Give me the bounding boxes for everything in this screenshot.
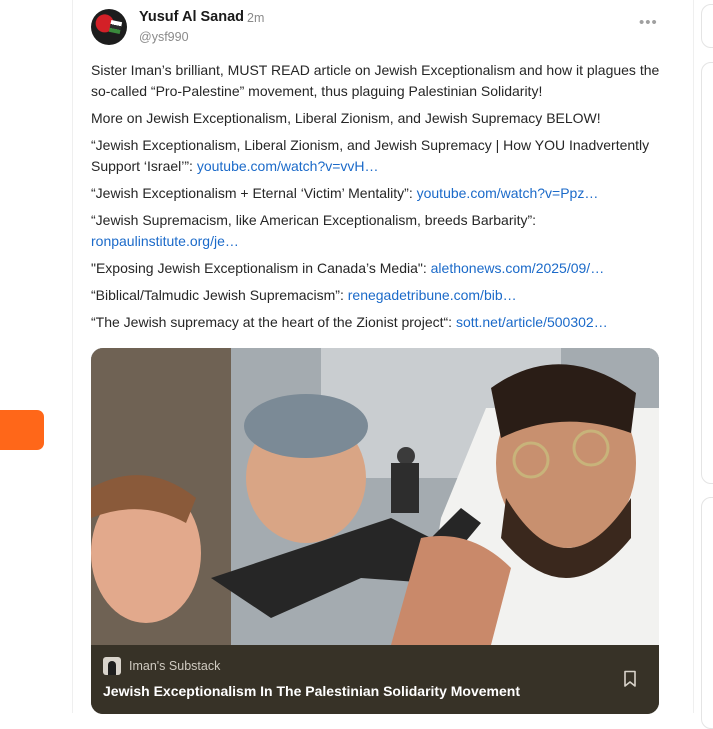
publication-name[interactable]: Iman's Substack — [129, 659, 220, 673]
link-line: “Jewish Exceptionalism + Eternal ‘Victim… — [91, 183, 666, 204]
post-paragraph: Sister Iman’s brilliant, MUST READ artic… — [91, 62, 660, 99]
orange-side-tab[interactable] — [0, 410, 44, 450]
link-label: "Exposing Jewish Exceptionalism in Canad… — [91, 260, 431, 276]
publication-icon — [103, 657, 121, 675]
link-line: “Jewish Supremacism, like American Excep… — [91, 210, 666, 252]
right-panel-card-top — [701, 4, 713, 48]
link-url[interactable]: youtube.com/watch?v=vvH… — [197, 158, 379, 174]
link-label: “The Jewish supremacy at the heart of th… — [91, 314, 456, 330]
link-line: "Exposing Jewish Exceptionalism in Canad… — [91, 258, 666, 279]
article-photo-illustration — [91, 348, 659, 645]
post-paragraph: More on Jewish Exceptionalism, Liberal Z… — [91, 110, 601, 126]
link-url[interactable]: alethonews.com/2025/09/… — [431, 260, 605, 276]
link-line: “Jewish Exceptionalism, Liberal Zionism,… — [91, 135, 666, 177]
link-url[interactable]: youtube.com/watch?v=Ppz… — [417, 185, 599, 201]
more-horizontal-icon[interactable]: ••• — [639, 14, 658, 31]
avatar[interactable] — [91, 9, 127, 45]
post-body: Sister Iman’s brilliant, MUST READ artic… — [91, 60, 666, 339]
article-image[interactable] — [91, 348, 659, 645]
link-url[interactable]: ronpaulinstitute.org/je… — [91, 233, 239, 249]
bookmark-icon[interactable] — [623, 670, 637, 688]
author-name[interactable]: Yusuf Al Sanad — [139, 9, 244, 25]
right-panel-card-bottom — [701, 497, 713, 729]
link-label: “Biblical/Talmudic Jewish Supremacism”: — [91, 287, 348, 303]
article-embed[interactable]: Iman's Substack Jewish Exceptionalism In… — [91, 348, 659, 714]
right-panel-card-middle — [701, 62, 713, 484]
author-handle[interactable]: @ysf990 — [139, 30, 189, 44]
link-url[interactable]: sott.net/article/500302… — [456, 314, 608, 330]
embed-title[interactable]: Jewish Exceptionalism In The Palestinian… — [103, 683, 520, 699]
link-line: “Biblical/Talmudic Jewish Supremacism”: … — [91, 285, 666, 306]
embed-footer: Iman's Substack Jewish Exceptionalism In… — [91, 645, 659, 714]
link-url[interactable]: renegadetribune.com/bib… — [348, 287, 517, 303]
post-time[interactable]: 2m — [247, 11, 264, 25]
post-card: Yusuf Al Sanad 2m @ysf990 ••• Sister Ima… — [72, 0, 694, 714]
link-label: “Jewish Supremacism, like American Excep… — [91, 212, 537, 228]
link-label: “Jewish Exceptionalism + Eternal ‘Victim… — [91, 185, 417, 201]
link-line: “The Jewish supremacy at the heart of th… — [91, 312, 666, 333]
